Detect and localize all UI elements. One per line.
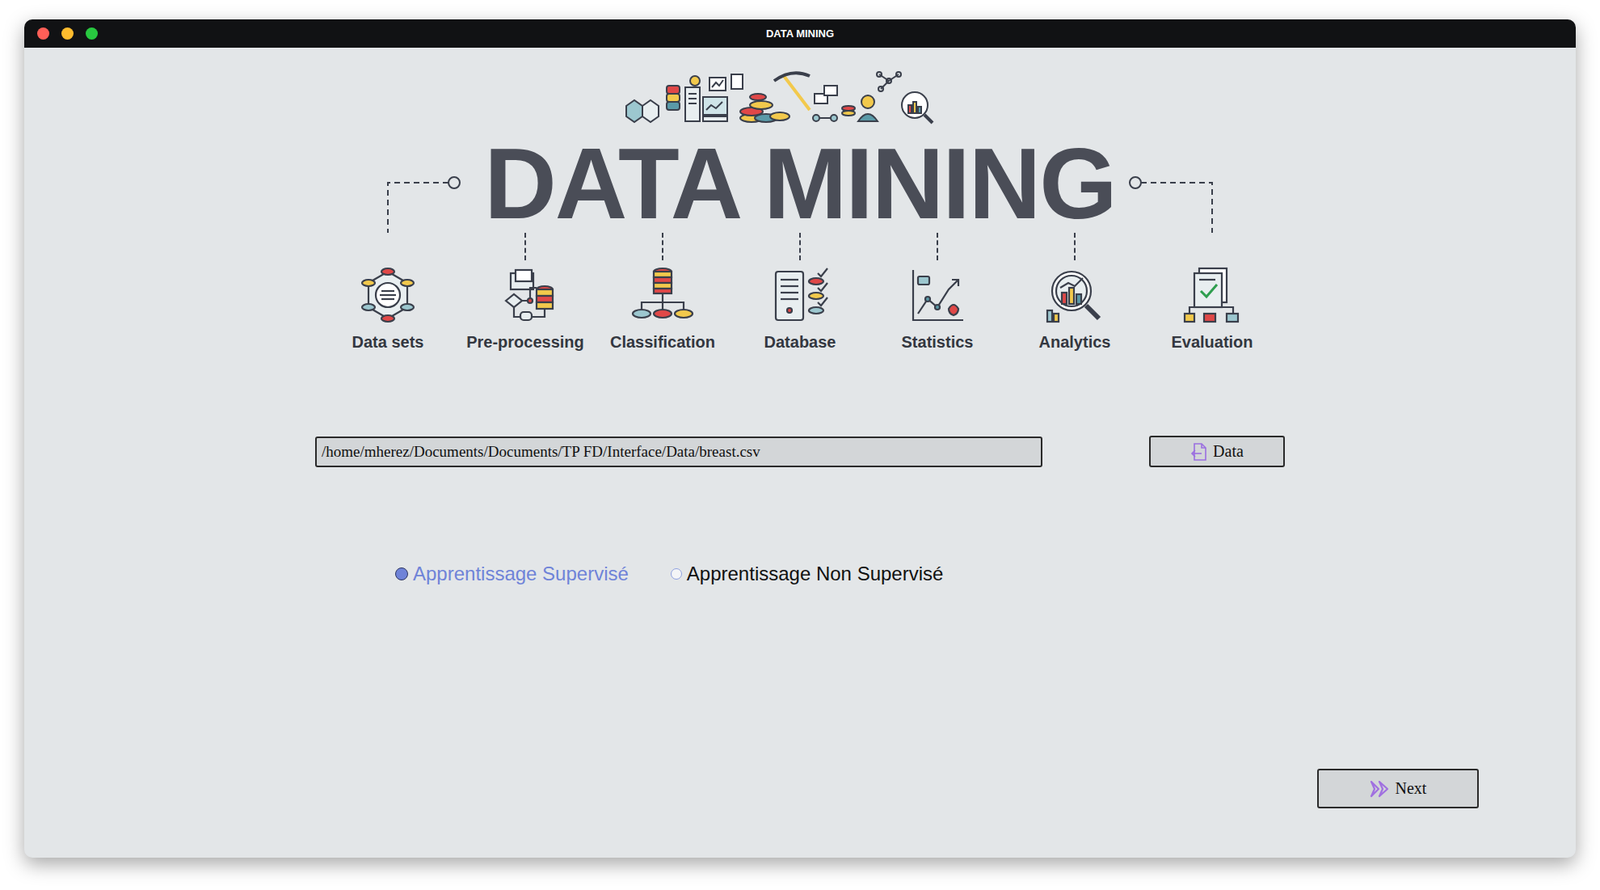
next-button-label: Next <box>1395 778 1428 798</box>
radio-label: Apprentissage Supervisé <box>412 562 629 586</box>
step-label: Classification <box>610 332 716 352</box>
bottom-row: Next <box>24 768 1576 858</box>
radio-label: Apprentissage Non Supervisé <box>686 562 944 586</box>
step-label: Statistics <box>901 332 974 352</box>
step-item: Pre-processing <box>456 232 594 352</box>
learning-mode-radio[interactable]: Apprentissage Non Supervisé <box>670 562 944 586</box>
step-item: Evaluation <box>1143 232 1281 352</box>
maximize-button[interactable] <box>85 27 98 40</box>
statistics-icon <box>905 263 970 329</box>
file-path-text: /home/mherez/Documents/Documents/TP FD/I… <box>321 442 761 461</box>
radio-dot[interactable] <box>670 568 683 580</box>
step-item: Statistics <box>868 232 1007 352</box>
import-file-icon <box>1190 442 1209 462</box>
data-button-label: Data <box>1212 442 1244 461</box>
data-mining-tools-icon <box>622 69 978 135</box>
window-controls <box>37 27 98 40</box>
step-label: Pre-processing <box>466 332 585 352</box>
step-item: Database <box>731 232 869 352</box>
step-label: Database <box>764 332 837 352</box>
connector-line <box>524 232 527 261</box>
file-path-field[interactable]: /home/mherez/Documents/Documents/TP FD/I… <box>315 436 1043 468</box>
step-item: Classification <box>593 232 732 352</box>
evaluation-icon <box>1179 263 1245 329</box>
file-row: /home/mherez/Documents/Documents/TP FD/I… <box>315 435 1285 468</box>
content: DATA MINING Data sets Pre-processing Classi… <box>24 47 1576 858</box>
connector-line <box>1211 232 1213 261</box>
connector-line <box>1073 232 1076 261</box>
connector-lines <box>319 134 1281 233</box>
step-label: Data sets <box>352 332 425 352</box>
learning-mode-group: Apprentissage Supervisé Apprentissage Non… <box>395 562 944 586</box>
data-button[interactable]: Data <box>1149 435 1285 468</box>
connector-line <box>799 232 801 261</box>
preprocessing-icon <box>492 263 558 329</box>
banner-title: DATA MINING <box>484 134 1116 233</box>
connector-line <box>387 232 389 261</box>
banner: DATA MINING Data sets Pre-processing Classi… <box>319 69 1281 352</box>
title-bar: DATA MINING <box>24 19 1576 48</box>
minimize-button[interactable] <box>61 27 74 40</box>
step-label: Evaluation <box>1170 332 1253 352</box>
window-title: DATA MINING <box>766 27 834 40</box>
banner-title-row: DATA MINING <box>484 134 1116 233</box>
step-label: Analytics <box>1039 332 1112 352</box>
next-button[interactable]: Next <box>1317 768 1479 809</box>
clutter-row <box>622 69 978 135</box>
steps-row: Data sets Pre-processing Classification Dat… <box>319 232 1281 352</box>
dataset-icon <box>355 263 421 329</box>
close-button[interactable] <box>37 27 50 40</box>
desktop: DATA MINING DATA MINING Data sets Pre-proce… <box>0 0 1600 890</box>
classification-icon <box>630 263 695 329</box>
step-item: Data sets <box>319 232 457 352</box>
step-item: Analytics <box>1006 232 1144 352</box>
learning-mode-radio[interactable]: Apprentissage Supervisé <box>395 562 629 586</box>
analytics-icon <box>1042 263 1108 329</box>
app-window: DATA MINING DATA MINING Data sets Pre-proce… <box>24 19 1576 858</box>
connector-line <box>936 232 939 261</box>
database-icon <box>767 263 833 329</box>
double-chevron-icon <box>1369 779 1391 798</box>
connector-line <box>661 232 664 261</box>
radio-dot[interactable] <box>395 567 409 581</box>
